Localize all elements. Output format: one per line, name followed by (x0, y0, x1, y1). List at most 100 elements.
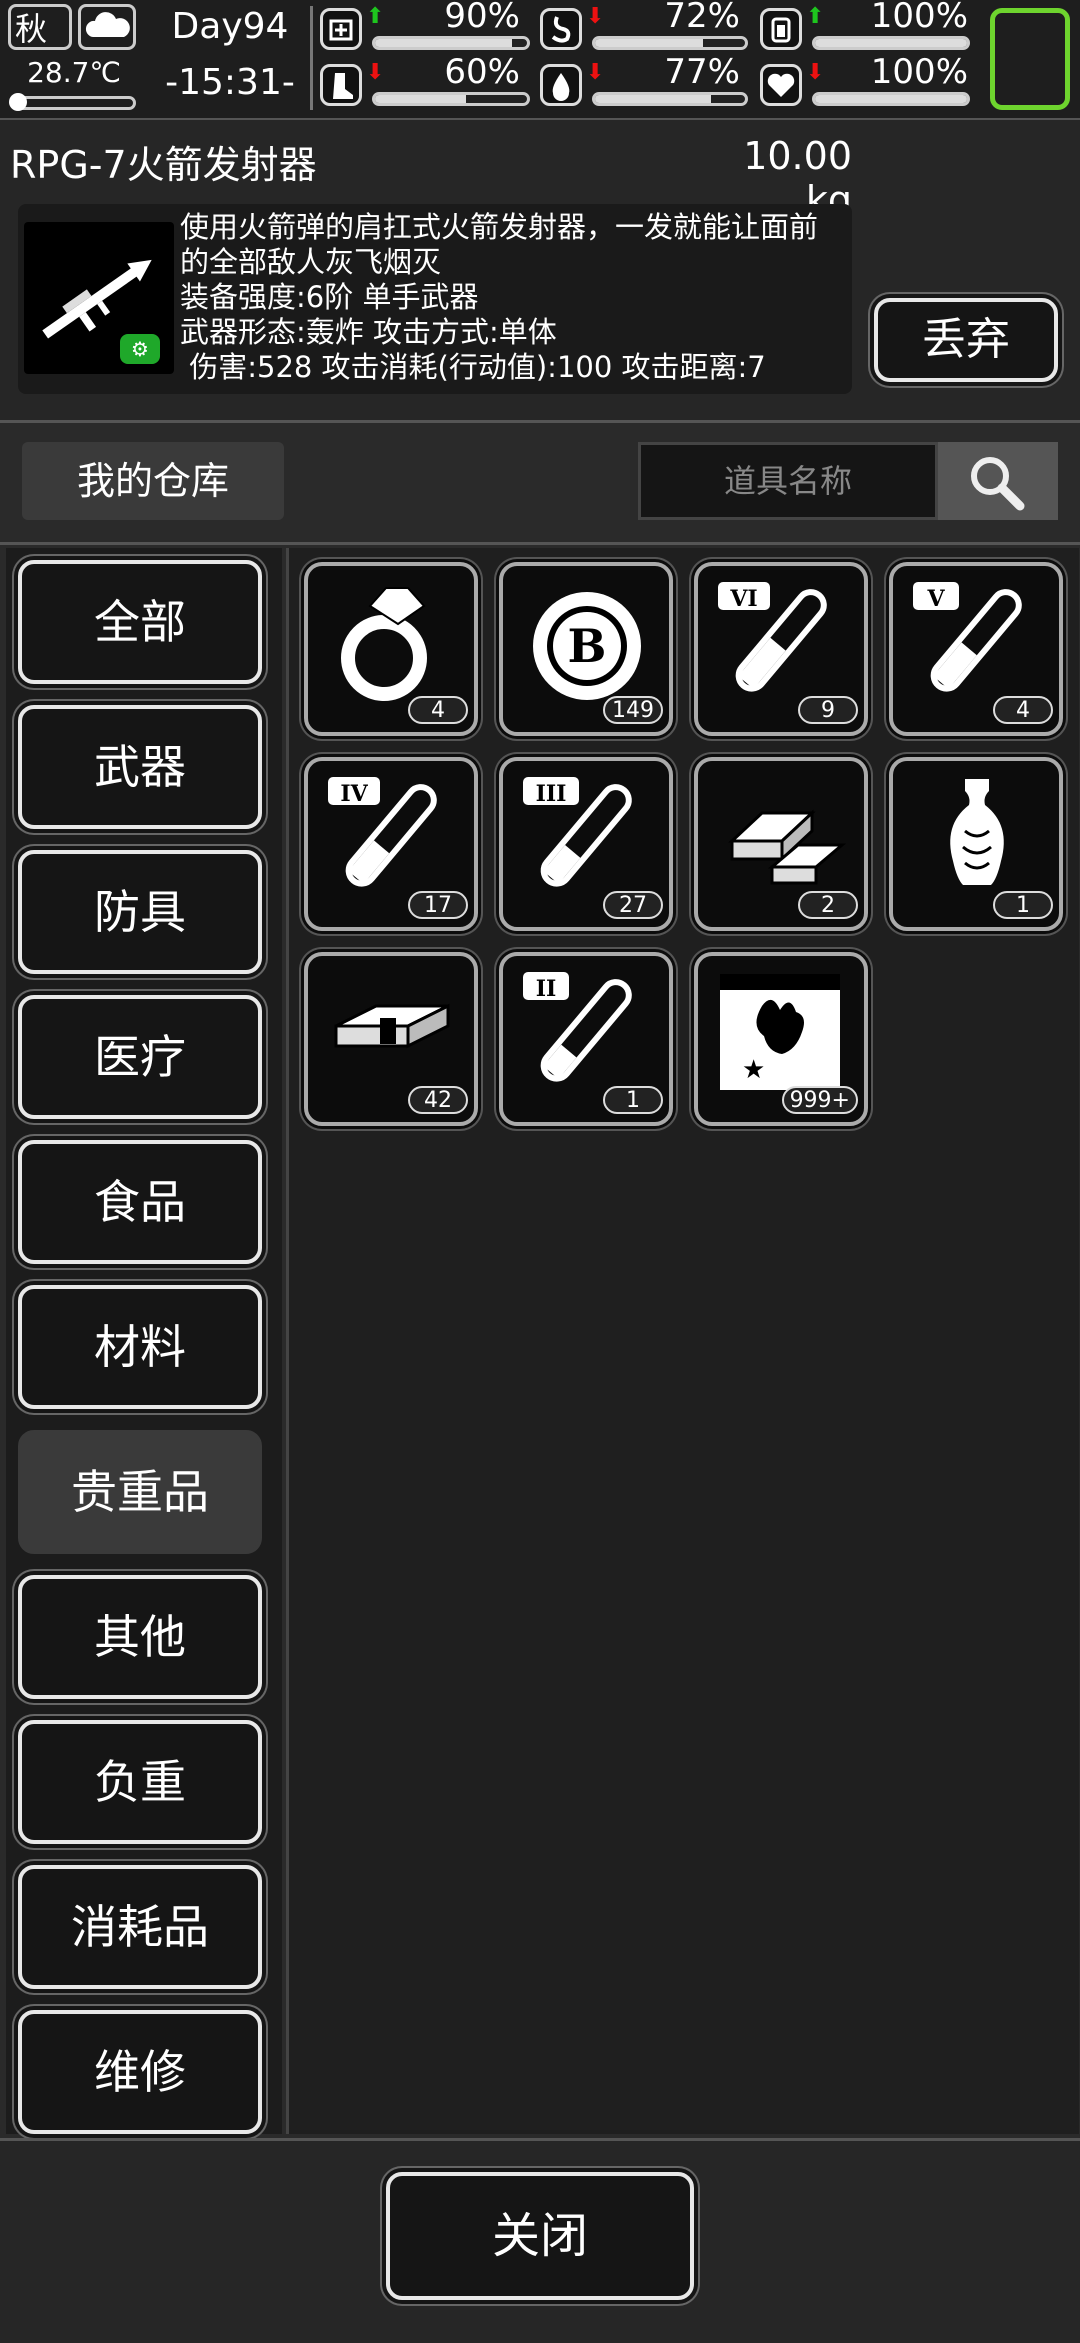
battery-icon (760, 8, 802, 50)
item-count: 1 (603, 1086, 663, 1114)
cloud-icon (78, 4, 136, 50)
category-consumables[interactable]: 消耗品 (18, 1865, 262, 1989)
hunger-percent: 72% (664, 0, 740, 36)
tier-label: V (926, 586, 945, 612)
gold-bars-icon (728, 809, 847, 885)
mood-bar-fill (815, 95, 967, 103)
stomach-icon (540, 8, 582, 50)
item-count: 17 (408, 891, 468, 919)
discard-button[interactable]: 丢弃 (874, 298, 1058, 382)
search-input[interactable]: 道具名称 (638, 442, 938, 520)
item-slot[interactable]: 4 (304, 562, 478, 736)
divider (310, 6, 313, 110)
test-tube-vi-icon: VI (718, 582, 827, 692)
item-count: 42 (408, 1086, 468, 1114)
water-drop-icon (540, 64, 582, 106)
stamina-bar-fill (375, 95, 467, 103)
bitcoin-chip-icon: B (533, 592, 641, 700)
item-slot[interactable]: II 1 (499, 952, 673, 1126)
desc-line: 使用火箭弹的肩扛式火箭发射器，一发就能让面前 (180, 210, 819, 244)
search-button[interactable] (938, 442, 1058, 520)
item-count: 9 (798, 696, 858, 724)
svg-text:★: ★ (742, 1055, 765, 1085)
thirst-bar-fill (595, 95, 711, 103)
desc-line: 的全部敌人灰飞烟灭 (180, 245, 442, 279)
category-materials[interactable]: 材料 (18, 1285, 262, 1409)
heart-icon (760, 64, 802, 106)
svg-text:⚙: ⚙ (131, 337, 149, 361)
category-all[interactable]: 全部 (18, 560, 262, 684)
desc-line: 武器形态:轰炸 攻击方式:单体 (180, 315, 557, 349)
item-count: 999+ (781, 1086, 858, 1114)
rocket-launcher-icon: ⚙ (24, 222, 174, 374)
item-count: 27 (603, 891, 663, 919)
thirst-percent: 77% (664, 52, 740, 92)
medkit-icon (320, 8, 362, 50)
trend-up-icon: ⬆ (806, 4, 825, 29)
game-clock: -15:31- (165, 62, 295, 103)
test-tube-iii-icon: III (523, 777, 632, 887)
monster-card-icon: ★ (720, 974, 840, 1090)
item-slot[interactable]: V 4 (889, 562, 1063, 736)
item-slot[interactable]: 1 (889, 757, 1063, 931)
menu-button[interactable] (990, 8, 1070, 110)
health-bar-fill (375, 39, 512, 47)
temperature-text: 28.7℃ (27, 56, 121, 89)
tier-label: IV (340, 781, 368, 807)
category-other[interactable]: 其他 (18, 1575, 262, 1699)
hunger-bar-fill (595, 39, 703, 47)
hunger-bar (592, 36, 748, 50)
category-armor[interactable]: 防具 (18, 850, 262, 974)
item-count: 4 (408, 696, 468, 724)
item-count: 149 (603, 696, 663, 724)
category-food[interactable]: 食品 (18, 1140, 262, 1264)
item-count: 4 (993, 696, 1053, 724)
tier-label: VI (729, 586, 757, 612)
mood-percent: 100% (870, 52, 968, 92)
test-tube-ii-icon: II (523, 972, 632, 1082)
search-icon (971, 457, 1025, 511)
stamina-bar (372, 92, 530, 106)
diamond-ring-icon (341, 587, 427, 701)
tier-label: III (536, 781, 567, 807)
health-bar (372, 36, 530, 50)
day-counter: Day94 (171, 6, 289, 47)
item-slot[interactable]: ★ 999+ (694, 952, 868, 1126)
item-name: RPG-7火箭发射器 (10, 143, 317, 187)
warehouse-title: 我的仓库 (22, 442, 284, 520)
item-slot[interactable]: 2 (694, 757, 868, 931)
porcelain-vase-icon (950, 779, 1004, 885)
test-tube-iv-icon: IV (328, 777, 437, 887)
svg-text:B: B (568, 619, 607, 673)
mood-bar (812, 92, 970, 106)
energy-bar (812, 36, 970, 50)
item-count: 2 (798, 891, 858, 919)
season-badge: 秋 (8, 4, 72, 50)
category-repair[interactable]: 维修 (18, 2010, 262, 2134)
energy-percent: 100% (870, 0, 968, 36)
test-tube-v-icon: V (913, 582, 1022, 692)
foot-icon (320, 64, 362, 106)
energy-bar-fill (815, 39, 967, 47)
item-count: 1 (993, 891, 1053, 919)
category-weapons[interactable]: 武器 (18, 705, 262, 829)
category-load[interactable]: 负重 (18, 1720, 262, 1844)
thirst-bar (592, 92, 748, 106)
trend-down-icon: ⬇ (806, 60, 825, 85)
item-description: 使用火箭弹的肩扛式火箭发射器，一发就能让面前 的全部敌人灰飞烟灭 装备强度:6阶… (180, 210, 850, 385)
health-percent: 90% (444, 0, 520, 36)
item-slot[interactable]: IV 17 (304, 757, 478, 931)
cash-bundle-icon (334, 1003, 450, 1049)
category-valuables[interactable]: 贵重品 (18, 1430, 262, 1554)
close-button[interactable]: 关闭 (386, 2172, 694, 2300)
item-slot[interactable]: III 27 (499, 757, 673, 931)
desc-line: 伤害:528 攻击消耗(行动值):100 攻击距离:7 (180, 350, 766, 384)
item-slot[interactable]: VI 9 (694, 562, 868, 736)
tier-label: II (536, 976, 557, 1002)
thermometer-bar (9, 93, 136, 111)
desc-line: 装备强度:6阶 单手武器 (180, 280, 479, 314)
stamina-percent: 60% (444, 52, 520, 92)
item-slot[interactable]: B 149 (499, 562, 673, 736)
category-medical[interactable]: 医疗 (18, 995, 262, 1119)
item-slot[interactable]: 42 (304, 952, 478, 1126)
